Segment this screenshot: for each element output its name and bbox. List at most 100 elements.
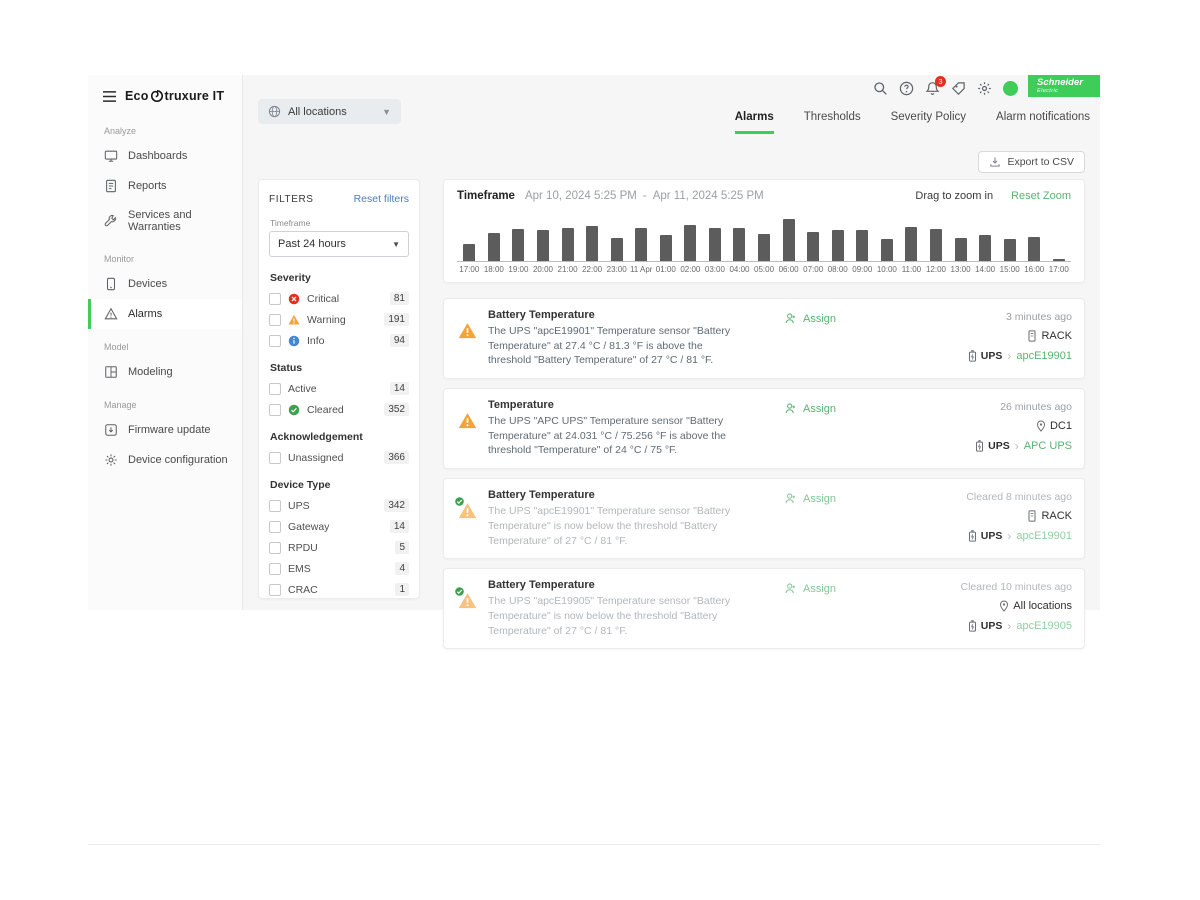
alarm-location[interactable]: RACK [1027,330,1072,342]
filter-option-cleared: Cleared 352 [269,403,409,416]
chart-bar [856,230,868,261]
alarm-location[interactable]: DC1 [1036,420,1072,432]
alarm-card[interactable]: Battery Temperature The UPS "apcE19901" … [443,478,1085,559]
user-avatar[interactable] [1003,81,1018,96]
feedback-tag-icon[interactable] [951,81,966,96]
alarm-card[interactable]: Temperature The UPS "APC UPS" Temperatur… [443,388,1085,469]
ems-count: 4 [395,562,409,575]
alarm-description: The UPS "apcE19905" Temperature sensor "… [488,594,746,638]
sidebar-item-dashboards[interactable]: Dashboards [88,141,242,171]
x-axis-label: 21:00 [555,265,580,274]
chart-bar [709,228,721,261]
x-axis-label: 17:00 [457,265,482,274]
ups-checkbox[interactable] [269,500,281,512]
device-type: UPS [981,530,1003,542]
cleared-check-icon [288,404,300,416]
timeframe-end: Apr 11, 2024 5:25 PM [653,190,764,202]
x-axis-label: 09:00 [850,265,875,274]
search-icon[interactable] [873,81,888,96]
notifications-bell-icon[interactable]: 3 [925,81,940,96]
schneider-electric-logo[interactable]: Schneider Electric [1028,75,1100,97]
device-link[interactable]: apcE19901 [1016,350,1072,362]
help-icon[interactable] [899,81,914,96]
active-checkbox[interactable] [269,383,281,395]
reset-filters-link[interactable]: Reset filters [354,193,409,205]
tab-thresholds[interactable]: Thresholds [804,111,861,134]
chart-bar [832,230,844,261]
alarm-location[interactable]: RACK [1027,510,1072,522]
cleared-count: 352 [384,403,409,416]
x-axis-label: 01:00 [654,265,679,274]
chevron-right-icon: › [1007,619,1011,633]
chart-bar [758,234,770,261]
assign-link[interactable]: Assign [784,492,836,505]
info-checkbox[interactable] [269,335,281,347]
reset-zoom-link[interactable]: Reset Zoom [1011,190,1071,202]
x-axis-label: 20:00 [531,265,556,274]
assign-link[interactable]: Assign [784,312,836,325]
info-icon [288,335,300,347]
app-logo: Ecotruxure IT [125,89,224,103]
device-type: UPS [981,620,1003,632]
assign-user-icon [784,312,797,325]
location-pin-icon [1036,420,1046,432]
export-to-csv-button[interactable]: Export to CSV [978,151,1085,173]
sidebar-item-reports[interactable]: Reports [88,171,242,201]
alarm-device: UPS › apcE19905 [968,619,1072,633]
cleared-check-badge-icon [454,496,465,507]
devices-icon [104,277,118,291]
hamburger-menu-icon[interactable] [102,90,117,103]
device-link[interactable]: APC UPS [1024,440,1072,452]
tab-alarm-notifications[interactable]: Alarm notifications [996,111,1090,134]
alarm-time: 3 minutes ago [1006,311,1072,323]
rpdu-checkbox[interactable] [269,542,281,554]
gateway-checkbox[interactable] [269,521,281,533]
timeframe-filter-label: Timeframe [270,218,409,228]
critical-checkbox[interactable] [269,293,281,305]
timeframe-start: Apr 10, 2024 5:25 PM [525,190,637,202]
alarm-card[interactable]: Battery Temperature The UPS "apcE19901" … [443,298,1085,379]
sidebar-section-model: Model [88,329,242,357]
settings-gear-icon[interactable] [977,81,992,96]
timeframe-range: Apr 10, 2024 5:25 PM - Apr 11, 2024 5:25… [525,190,764,202]
device-link[interactable]: apcE19905 [1016,620,1072,632]
sidebar-item-services-warranties[interactable]: Services and Warranties [88,201,242,241]
assign-link[interactable]: Assign [784,402,836,415]
warning-triangle-icon [458,412,478,429]
cleared-checkbox[interactable] [269,404,281,416]
ecostruxure-loop-icon [150,89,164,103]
assign-user-icon [784,492,797,505]
sidebar-item-devices[interactable]: Devices [88,269,242,299]
chart-bar [807,232,819,261]
filter-option-active: Active 14 [269,382,409,395]
x-axis-label: 06:00 [776,265,801,274]
cleared-check-badge-icon [454,586,465,597]
x-axis-label: 17:00 [1047,265,1072,274]
location-selector-value: All locations [288,106,347,118]
alarm-card[interactable]: Battery Temperature The UPS "apcE19905" … [443,568,1085,649]
sidebar-item-modeling[interactable]: Modeling [88,357,242,387]
x-axis-label: 05:00 [752,265,777,274]
ems-checkbox[interactable] [269,563,281,575]
unassigned-count: 366 [384,451,409,464]
bar-chart[interactable] [457,216,1071,262]
chart-bar [1004,239,1016,261]
warning-checkbox[interactable] [269,314,281,326]
device-link[interactable]: apcE19901 [1016,530,1072,542]
rpdu-count: 5 [395,541,409,554]
topbar: 3 Schneider Electric [243,75,1100,97]
filters-title: FILTERS [269,194,314,205]
alarm-location[interactable]: All locations [999,600,1072,612]
timeframe-select[interactable]: Past 24 hours ▼ [269,231,409,257]
sidebar-item-alarms[interactable]: Alarms [88,299,242,329]
location-selector[interactable]: All locations ▼ [258,99,401,124]
tab-alarms[interactable]: Alarms [735,111,774,134]
sidebar-item-device-configuration[interactable]: Device configuration [88,445,242,475]
unassigned-checkbox[interactable] [269,452,281,464]
assign-link[interactable]: Assign [784,582,836,595]
crac-count: 1 [395,583,409,596]
crac-checkbox[interactable] [269,584,281,596]
sidebar-item-firmware-update[interactable]: Firmware update [88,415,242,445]
tab-severity-policy[interactable]: Severity Policy [891,111,966,134]
timeframe-separator: - [643,190,647,202]
